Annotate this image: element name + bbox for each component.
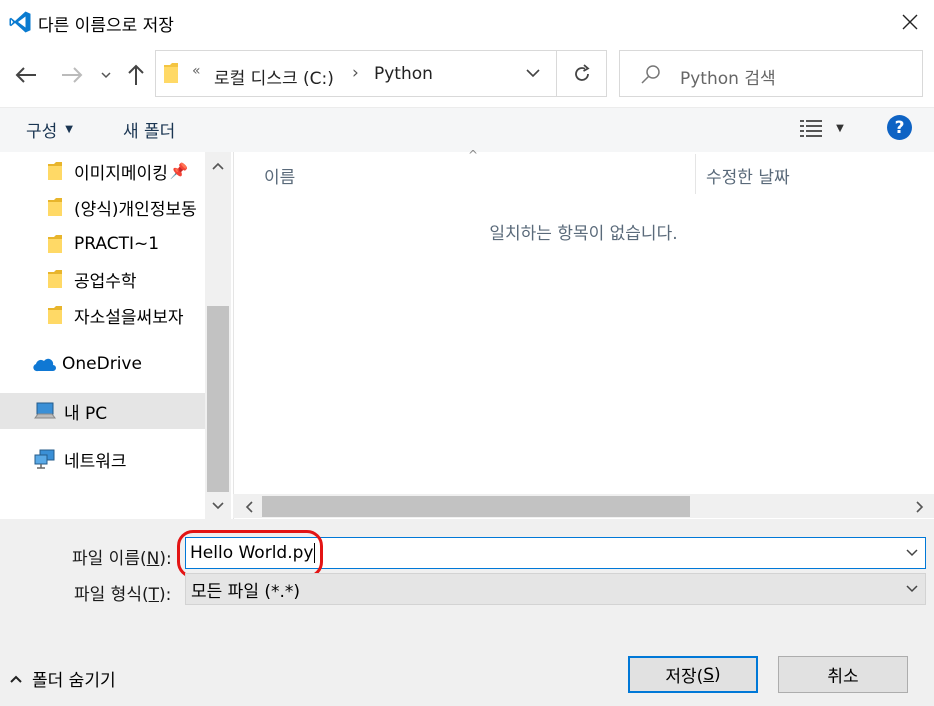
sidebar-item-engineering-math[interactable]: 공업수학	[0, 261, 205, 297]
breadcrumb-item[interactable]: Python	[374, 64, 433, 84]
sidebar-item-this-pc[interactable]: 내 PC	[0, 393, 205, 429]
column-header-name[interactable]: 이름	[264, 163, 295, 188]
window-title: 다른 이름으로 저장	[38, 16, 174, 36]
help-button[interactable]: ?	[887, 115, 912, 140]
recent-locations-button[interactable]	[96, 60, 116, 90]
column-header-date-modified[interactable]: 수정한 날짜	[706, 163, 790, 188]
chevron-down-icon	[906, 585, 918, 593]
forward-button[interactable]	[54, 60, 90, 90]
folder-icon	[164, 63, 178, 87]
chevron-down-icon	[101, 72, 111, 79]
chevron-down-icon	[526, 69, 540, 78]
folder-icon	[48, 306, 62, 324]
sidebar-item-essay[interactable]: 자소설을써보자	[0, 297, 205, 333]
pin-icon: 📌	[169, 162, 189, 180]
network-icon	[34, 449, 55, 469]
arrow-up-icon	[128, 64, 144, 85]
annotation-highlight	[177, 530, 323, 578]
folder-icon	[48, 270, 62, 288]
folder-icon	[48, 162, 62, 180]
filename-label-accesskey: N	[146, 549, 160, 569]
sidebar-item-label: 공업수학	[74, 271, 137, 292]
filetype-label-text: 파일 형식(	[74, 585, 149, 605]
sidebar-item-label: (양식)개인정보동	[74, 199, 197, 220]
folder-icon	[48, 235, 62, 253]
search-icon	[641, 65, 660, 84]
onedrive-icon	[33, 358, 56, 372]
sidebar-item-practi[interactable]: PRACTI~1	[0, 226, 205, 262]
refresh-icon	[574, 63, 590, 81]
sidebar-item-form[interactable]: (양식)개인정보동	[0, 189, 205, 225]
filename-label-suffix: ):	[159, 549, 172, 569]
hide-folders-label: 폴더 숨기기	[32, 671, 116, 691]
chevron-up-icon	[212, 162, 224, 170]
filename-label-text: 파일 이름(	[72, 549, 147, 569]
breadcrumb-separator-icon: ›	[352, 63, 359, 83]
sidebar-item-label: 내 PC	[64, 403, 108, 424]
hide-folders-button[interactable]: 폴더 숨기기	[10, 666, 116, 691]
close-icon	[902, 14, 918, 30]
organize-button[interactable]: 구성 ▼	[14, 112, 85, 146]
filename-label: 파일 이름(N):	[72, 544, 172, 569]
sidebar-item-network[interactable]: 네트워크	[0, 441, 205, 477]
column-divider[interactable]	[695, 154, 696, 194]
vscode-icon	[9, 11, 31, 33]
search-input[interactable]: Python 검색	[619, 50, 923, 97]
address-history-dropdown[interactable]	[510, 50, 556, 97]
save-button[interactable]: 저장(S)	[628, 656, 758, 693]
sidebar-item-imagemaking[interactable]: 이미지메이킹 📌	[0, 153, 205, 189]
filetype-select[interactable]: 모든 파일 (*.*)	[185, 573, 926, 605]
empty-message: 일치하는 항목이 없습니다.	[489, 224, 678, 244]
chevron-down-icon	[212, 502, 224, 510]
sidebar-item-label: OneDrive	[62, 354, 142, 374]
breadcrumb-overflow[interactable]: «	[192, 63, 201, 79]
cancel-button[interactable]: 취소	[778, 656, 908, 693]
sidebar-item-label: PRACTI~1	[74, 234, 160, 254]
sort-ascending-icon: ^	[468, 148, 479, 162]
sidebar-item-label: 자소설을써보자	[74, 307, 184, 328]
sidebar-item-label: 네트워크	[64, 451, 127, 472]
filetype-value: 모든 파일 (*.*)	[191, 581, 301, 602]
sidebar-item-onedrive[interactable]: OneDrive	[0, 346, 205, 382]
navigation-pane: 이미지메이킹 📌 (양식)개인정보동 PRACTI~1 공업수학 자소설을써보자…	[0, 152, 231, 519]
sidebar-item-label: 이미지메이킹	[74, 163, 168, 184]
up-button[interactable]	[120, 60, 152, 90]
breadcrumb-item[interactable]: 로컬 디스크 (C:)	[214, 64, 334, 89]
filetype-label-suffix: ):	[159, 585, 172, 605]
folder-icon	[48, 198, 62, 216]
caret-down-icon: ▼	[836, 122, 844, 134]
chevron-right-icon	[916, 501, 924, 513]
arrow-left-icon	[15, 67, 36, 83]
chevron-up-icon	[10, 675, 22, 683]
save-accesskey: S	[703, 664, 715, 685]
pc-icon	[34, 402, 56, 419]
search-placeholder: Python 검색	[680, 69, 776, 89]
refresh-button[interactable]	[556, 50, 607, 97]
details-view-icon	[800, 120, 823, 137]
organize-label: 구성	[26, 121, 58, 142]
arrow-right-icon	[62, 67, 83, 83]
filetype-label: 파일 형식(T):	[74, 580, 171, 605]
change-view-button[interactable]: ▼	[792, 112, 852, 144]
chevron-left-icon	[245, 501, 253, 513]
filetype-label-accesskey: T	[148, 585, 159, 605]
address-bar[interactable]: « 로컬 디스크 (C:) › Python	[155, 50, 565, 97]
caret-down-icon: ▼	[65, 123, 73, 135]
close-button[interactable]	[888, 4, 932, 40]
file-list	[233, 152, 934, 519]
new-folder-button[interactable]: 새 폴더	[111, 112, 187, 146]
back-button[interactable]	[8, 60, 44, 90]
save-label-suffix: )	[714, 664, 721, 685]
horizontal-scrollbar-thumb[interactable]	[262, 496, 690, 517]
navigation-scrollbar-thumb[interactable]	[207, 306, 229, 492]
chevron-down-icon[interactable]	[906, 549, 918, 557]
save-label: 저장(	[665, 667, 704, 687]
